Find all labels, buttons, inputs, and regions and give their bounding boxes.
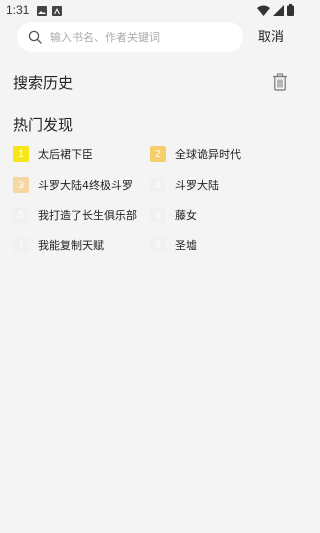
hot-item-label: 圣墟 [175,239,197,252]
search-icon [28,30,42,44]
rank-badge: 1 [13,146,29,162]
hot-item[interactable]: 2 全球诡异时代 [150,145,241,163]
battery-icon [287,4,294,16]
hot-item-label: 全球诡异时代 [175,148,241,161]
hot-item-label: 太后裙下臣 [38,148,93,161]
rank-badge: 4 [150,177,166,193]
hot-item-label: 我能复制天赋 [38,239,104,252]
hot-item-label: 斗罗大陆4终极斗罗 [38,179,133,192]
hot-item[interactable]: 4 斗罗大陆 [150,176,219,194]
hot-item[interactable]: 1 太后裙下臣 [13,145,93,163]
search-box[interactable] [17,22,243,52]
rank-badge: 2 [150,146,166,162]
search-row: 取消 [0,22,300,52]
rank-badge: 8 [150,237,166,253]
rank-badge: 7 [13,237,29,253]
trash-icon[interactable] [272,73,288,91]
cancel-button[interactable]: 取消 [258,26,284,45]
status-bar: 1:31 [0,0,300,20]
status-right [254,4,294,16]
hot-item-label: 斗罗大陆 [175,179,219,192]
gallery-notification-icon [37,5,48,16]
status-time: 1:31 [6,3,30,17]
hot-item-label: 我打造了长生俱乐部 [38,209,137,222]
hot-item[interactable]: 8 圣墟 [150,236,197,254]
hot-item-label: 藤女 [175,209,197,222]
hot-item[interactable]: 6 藤女 [150,206,197,224]
wifi-icon [257,5,270,16]
search-input[interactable] [50,30,230,44]
app-notification-icon [52,5,63,16]
hot-item[interactable]: 3 斗罗大陆4终极斗罗 [13,176,133,194]
rank-badge: 3 [13,177,29,193]
signal-icon [273,4,284,16]
hot-item[interactable]: 7 我能复制天赋 [13,236,104,254]
rank-badge: 5 [13,207,29,223]
hot-discovery-title: 热门发现 [13,116,74,134]
search-history-title: 搜索历史 [13,74,74,92]
hot-item[interactable]: 5 我打造了长生俱乐部 [13,206,137,224]
rank-badge: 6 [150,207,166,223]
